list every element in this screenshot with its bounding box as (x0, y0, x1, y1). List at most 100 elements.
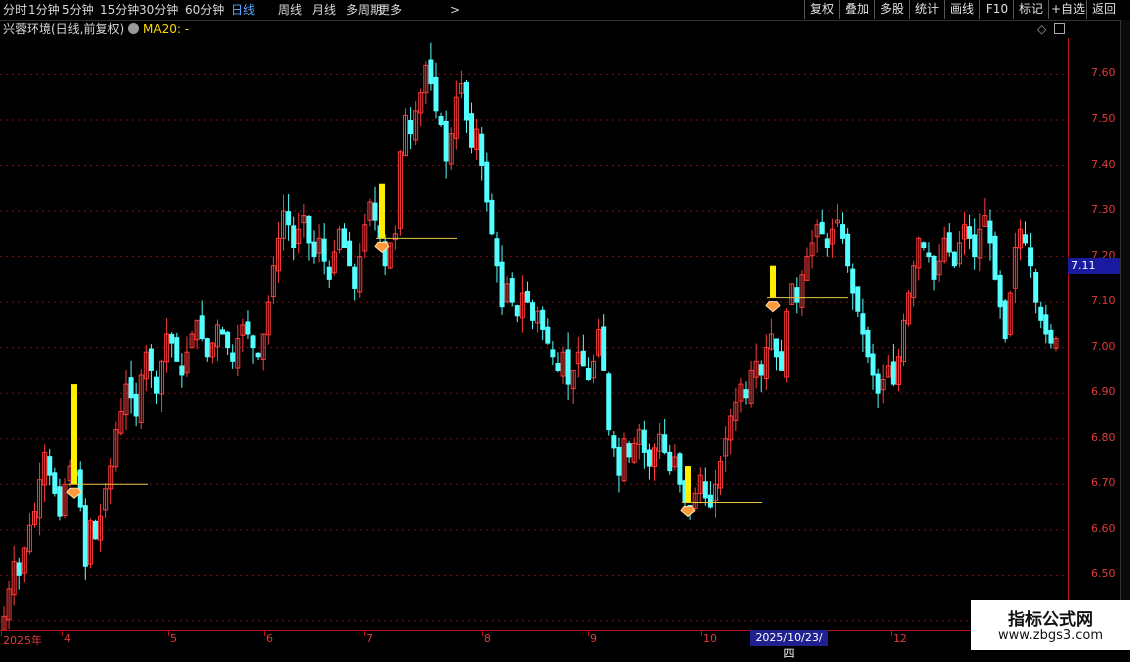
diamond-icon[interactable]: ◇ (1037, 20, 1046, 38)
signal-marker (680, 466, 762, 518)
candle (275, 221, 281, 283)
candle (555, 352, 561, 373)
candle (1023, 221, 1029, 246)
toolbar-button-6[interactable]: 标记 (1013, 0, 1048, 19)
candle (779, 339, 785, 371)
candle (57, 478, 63, 521)
date-label: 2025年 (3, 634, 42, 647)
period-tab-8[interactable]: 月线 (312, 0, 336, 20)
candle (997, 270, 1003, 319)
candle (164, 318, 170, 373)
candle (347, 231, 353, 267)
panel-toggle-icon[interactable] (1054, 23, 1065, 34)
diamond-signal-icon (765, 301, 781, 313)
period-tab-2[interactable]: 5分钟 (62, 0, 94, 20)
candle (265, 295, 271, 345)
candle (707, 481, 713, 509)
candle (87, 518, 93, 569)
candle (143, 345, 149, 392)
period-tab-5[interactable]: 60分钟 (185, 0, 224, 20)
price-tick-label: 7.40 (1091, 157, 1116, 171)
candle (118, 397, 124, 436)
candle (209, 341, 215, 364)
date-label: 4 (64, 632, 71, 645)
period-tab-0[interactable]: 分时 (3, 0, 27, 20)
candle (621, 432, 627, 483)
candle (895, 348, 901, 392)
candle (489, 193, 495, 236)
period-tab-10[interactable]: 更多 (378, 0, 402, 20)
period-tab-3[interactable]: 15分钟 (100, 0, 139, 20)
candle (169, 332, 175, 358)
date-label: 10 (703, 632, 717, 645)
candle (357, 243, 363, 298)
candle (875, 368, 881, 408)
candle (1002, 299, 1008, 343)
candle (718, 456, 724, 496)
candle (662, 418, 668, 455)
candle (992, 231, 998, 281)
candle (42, 444, 48, 503)
toolbar-button-7[interactable]: +自选 (1048, 0, 1087, 19)
candle (250, 334, 256, 364)
candle (773, 338, 779, 371)
toolbar-button-4[interactable]: 画线 (944, 0, 979, 19)
candle (840, 212, 846, 244)
candle (235, 324, 241, 377)
candle (286, 193, 292, 241)
period-tab-1[interactable]: 1分钟 (28, 0, 60, 20)
candle (794, 277, 800, 314)
period-tab-7[interactable]: 周线 (278, 0, 302, 20)
candle (1033, 268, 1039, 314)
candle (931, 255, 937, 291)
price-tick-label: 6.90 (1091, 385, 1116, 399)
candle (402, 108, 408, 157)
toolbar-button-1[interactable]: 叠加 (839, 0, 874, 19)
toolbar-button-5[interactable]: F10 (979, 0, 1014, 19)
period-tab-4[interactable]: 30分钟 (139, 0, 178, 20)
candle (880, 364, 886, 404)
candle (184, 336, 190, 377)
diamond-signal-icon (680, 505, 696, 518)
more-arrow-icon[interactable]: > (450, 0, 460, 20)
date-tick (364, 631, 365, 636)
candle (962, 211, 968, 255)
toolbar-button-2[interactable]: 多股 (874, 0, 909, 19)
candle (514, 304, 520, 323)
price-tick-label: 7.10 (1091, 294, 1116, 308)
candle (321, 223, 327, 275)
watermark-title: 指标公式网 (1008, 610, 1093, 630)
candle (748, 360, 754, 408)
candle (865, 326, 871, 364)
toolbar-button-3[interactable]: 统计 (909, 0, 944, 19)
candle (16, 557, 22, 590)
candle (214, 319, 220, 362)
candle (153, 370, 159, 404)
candle (189, 330, 195, 349)
candle (596, 318, 602, 358)
candle (768, 318, 774, 351)
indicator-settings-icon[interactable] (128, 23, 139, 34)
candle (1012, 232, 1018, 303)
candle (469, 102, 475, 154)
period-tab-9[interactable]: 多周期 (346, 0, 382, 20)
candle (428, 42, 434, 91)
candle (1053, 336, 1059, 352)
price-tick-label: 6.70 (1091, 476, 1116, 490)
candle (301, 204, 307, 238)
candle (906, 289, 912, 327)
toolbar-button-0[interactable]: 复权 (804, 0, 839, 19)
candle (829, 218, 835, 258)
toolbar-button-8[interactable]: 返回 (1086, 0, 1121, 19)
date-label: 5 (170, 632, 177, 645)
candle (692, 487, 698, 510)
right-side-panel[interactable] (1120, 20, 1130, 630)
date-tick (482, 631, 483, 636)
candle (331, 240, 337, 276)
candle (911, 260, 917, 307)
candle (758, 360, 764, 393)
period-tab-6[interactable]: 日线 (231, 0, 255, 20)
date-label: 12 (893, 632, 907, 645)
candlestick-chart[interactable] (0, 38, 1068, 630)
candle (738, 377, 744, 413)
